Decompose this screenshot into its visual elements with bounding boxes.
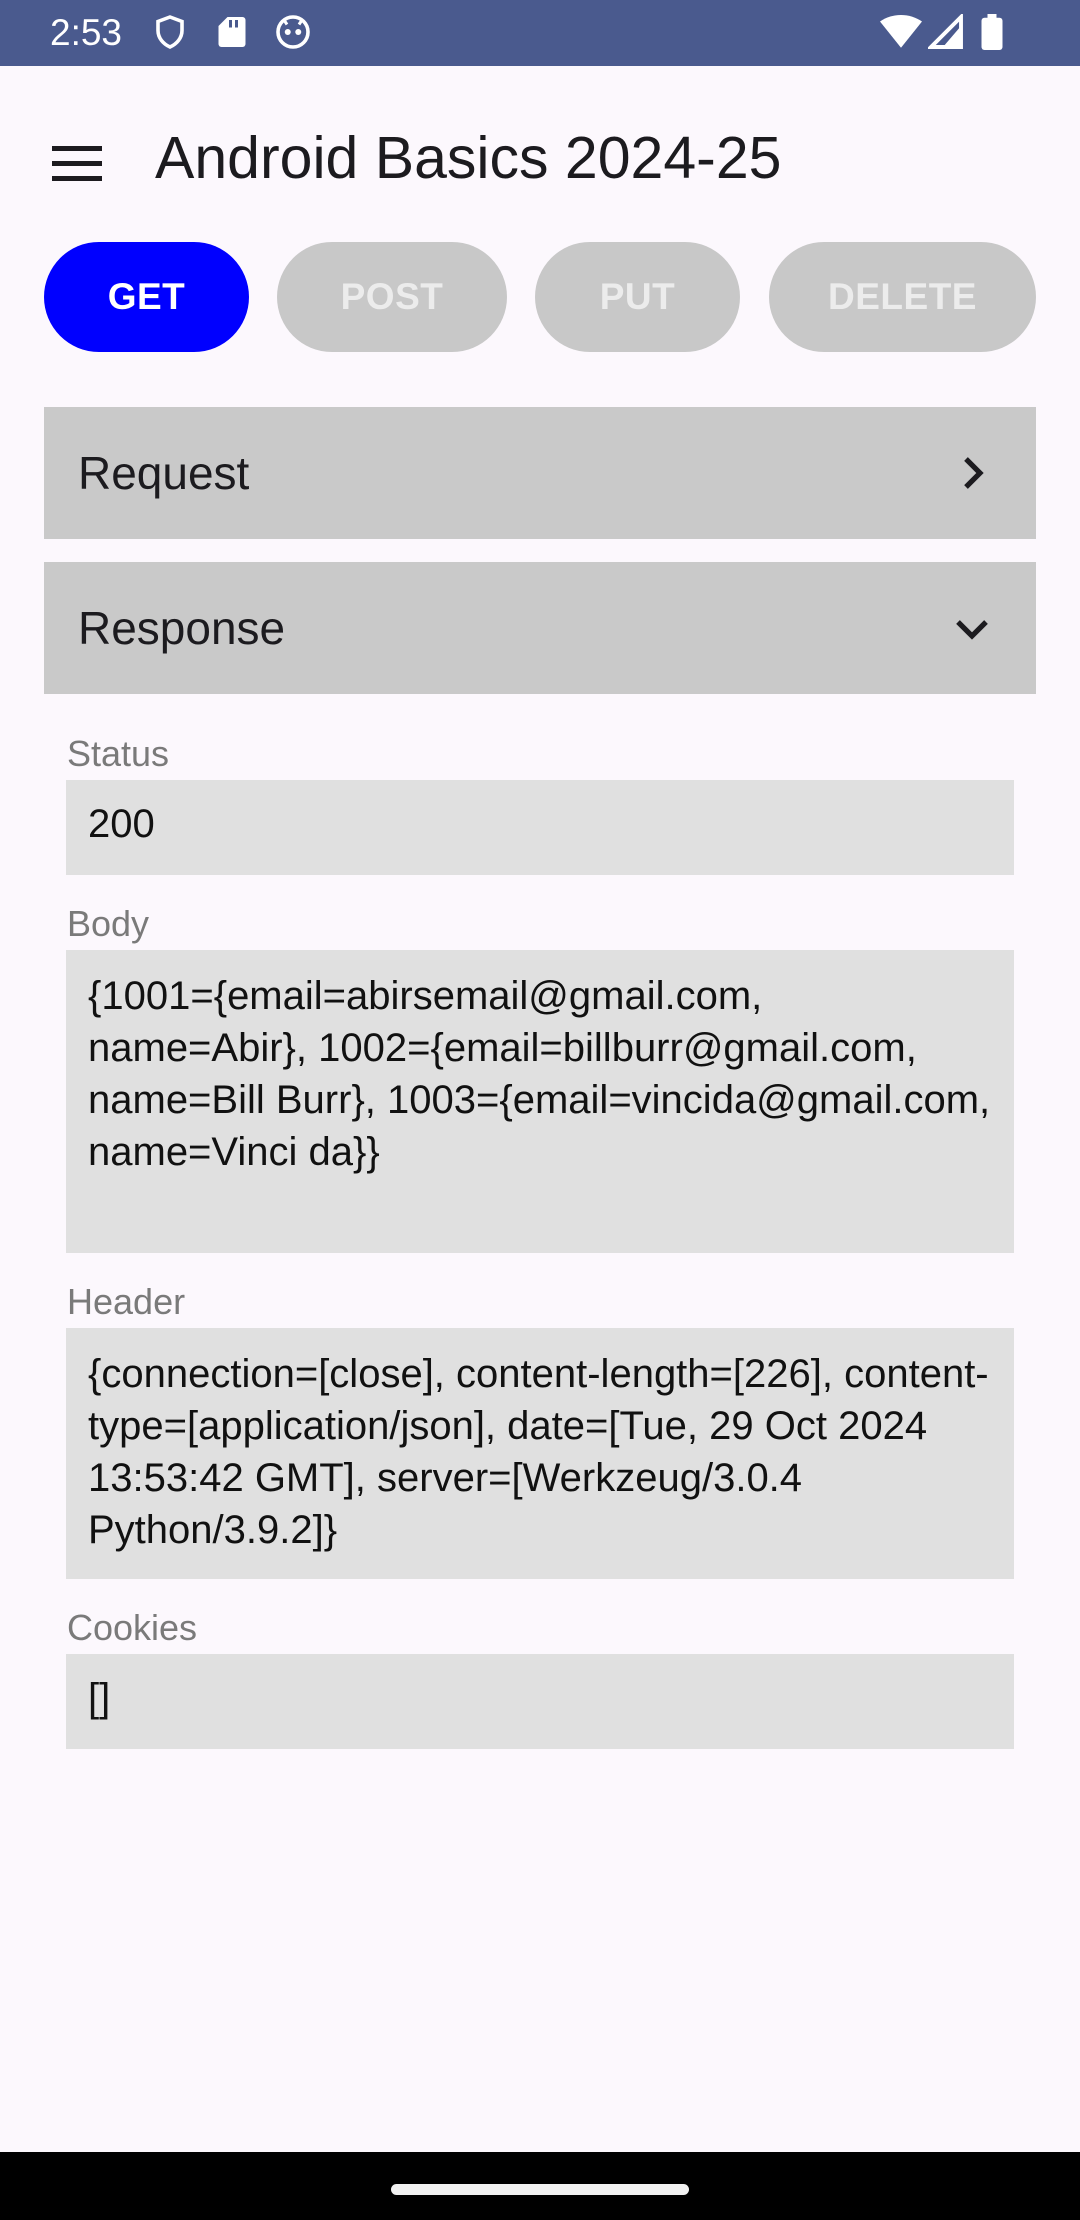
robot-icon bbox=[274, 14, 312, 55]
sd-card-icon bbox=[216, 14, 248, 55]
body-field: {1001={email=abirsemail@gmail.com, name=… bbox=[66, 950, 1014, 1253]
chevron-down-icon bbox=[956, 620, 988, 640]
battery-icon bbox=[980, 14, 1004, 55]
menu-button[interactable] bbox=[36, 128, 116, 192]
status-bar: 2:53 bbox=[0, 0, 1080, 66]
menu-icon bbox=[52, 146, 102, 151]
cookies-label: Cookies bbox=[67, 1607, 198, 1648]
put-button[interactable]: PUT bbox=[535, 242, 740, 352]
request-section-header[interactable]: Request bbox=[44, 407, 1036, 539]
shield-icon bbox=[152, 14, 188, 55]
signal-icon bbox=[926, 12, 964, 55]
header-label: Header bbox=[67, 1281, 186, 1322]
cookies-field: [] bbox=[66, 1654, 1014, 1749]
navigation-bar bbox=[0, 2152, 1080, 2220]
chevron-right-icon bbox=[964, 457, 984, 489]
delete-button[interactable]: DELETE bbox=[769, 242, 1036, 352]
home-gesture-handle[interactable] bbox=[391, 2184, 689, 2195]
wifi-icon bbox=[880, 14, 922, 55]
get-button[interactable]: GET bbox=[44, 242, 249, 352]
response-section-header[interactable]: Response bbox=[44, 562, 1036, 694]
page-title: Android Basics 2024-25 bbox=[155, 125, 782, 191]
body-label: Body bbox=[67, 903, 150, 944]
request-label: Request bbox=[78, 447, 250, 499]
post-button[interactable]: POST bbox=[277, 242, 507, 352]
header-field: {connection=[close], content-length=[226… bbox=[66, 1328, 1014, 1579]
status-field: 200 bbox=[66, 780, 1014, 875]
app-bar: Android Basics 2024-25 bbox=[0, 66, 1080, 242]
status-label: Status bbox=[67, 733, 170, 774]
status-time: 2:53 bbox=[50, 12, 123, 53]
response-label: Response bbox=[78, 602, 286, 654]
